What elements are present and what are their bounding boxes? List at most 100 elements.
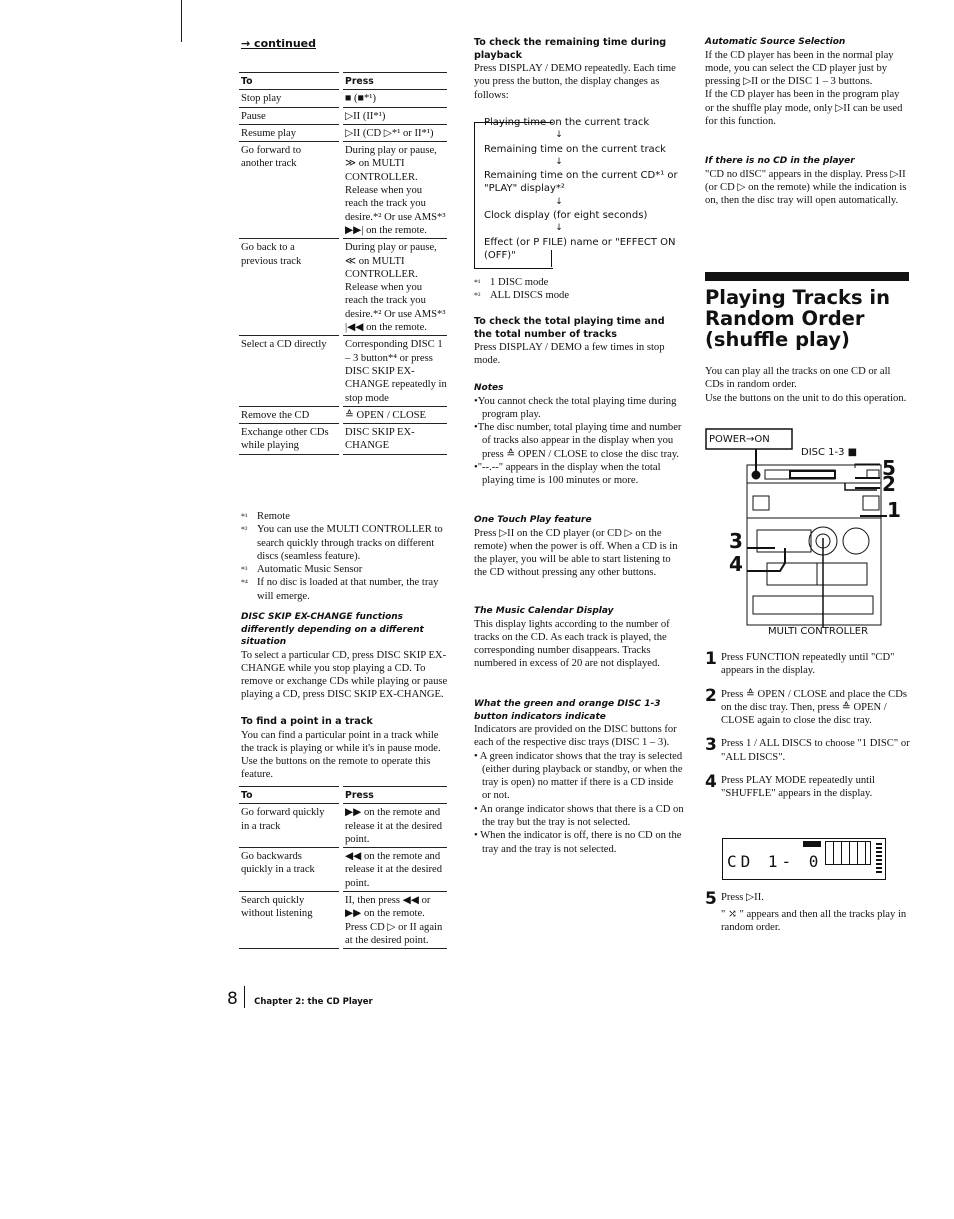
unit-diagram: POWER→ON DISC 1-3 ■ MULTI CONTROLLER 1 2… xyxy=(705,428,905,643)
discskip-section: DISC SKIP EX-CHANGE functions differentl… xyxy=(241,611,449,702)
findpoint-section: To find a point in a track You can find … xyxy=(241,716,449,782)
findpoint-text: You can find a particular point in a tra… xyxy=(241,729,441,781)
cell-action: Remove the CD xyxy=(239,407,339,425)
note-item: •"--.--" appears in the display when the… xyxy=(474,461,661,487)
continued-label: → continued xyxy=(241,37,316,50)
table-row: Go forward to another track During play o… xyxy=(239,142,447,240)
flow-step: Clock display (for eight seconds) xyxy=(484,210,648,222)
discskip-heading: DISC SKIP EX-CHANGE functions differentl… xyxy=(241,612,424,647)
cell-press: ▶▶ on the remote and release it at the d… xyxy=(343,804,447,849)
step-number: 2 xyxy=(705,685,717,706)
multi-controller-label: MULTI CONTROLLER xyxy=(768,626,869,637)
table-row: Resume play ▷II (CD ▷*¹ or II*¹) xyxy=(239,125,447,143)
indicator-section: What the green and orange DISC 1-3 butto… xyxy=(474,698,684,856)
onetouch-text: Press ▷II on the CD player (or CD ▷ on t… xyxy=(474,527,678,579)
findpoint-heading: To find a point in a track xyxy=(241,716,373,727)
note-item: •You cannot check the total playing time… xyxy=(474,395,677,420)
cell-press: During play or pause, ≪ on MULTI CONTROL… xyxy=(343,239,447,337)
step-text: " ⤮ " appears and then all the tracks pl… xyxy=(721,909,907,934)
callout-1: 1 xyxy=(887,498,901,522)
music-calendar xyxy=(825,841,871,865)
calendar-text: This display lights according to the num… xyxy=(474,618,670,670)
notes-heading: Notes xyxy=(474,383,504,393)
table-row: Go back to a previous track During play o… xyxy=(239,239,447,337)
flow-step: Effect (or P FILE) name or "EFFECT ON (O… xyxy=(484,236,676,261)
indicator-text: Indicators are provided on the DISC butt… xyxy=(474,724,677,749)
footnote-mark: *¹ xyxy=(474,278,481,287)
page-number: 8 xyxy=(227,989,238,1009)
table-row: Go backwards quickly in a track ◀◀ on the… xyxy=(239,848,447,893)
steps-list: 1 Press FUNCTION repeatedly until "CD" ap… xyxy=(705,651,910,811)
table-row: Select a CD directly Corresponding DISC 1… xyxy=(239,336,447,407)
down-arrow-icon: ↓ xyxy=(555,196,563,207)
callout-4: 4 xyxy=(729,552,743,576)
table-footnotes: *¹ Remote *² You can use the MULTI CONTROL… xyxy=(241,510,449,603)
cell-action: Go forward to another track xyxy=(239,142,339,240)
onetouch-section: One Touch Play feature Press ▷II on the … xyxy=(474,514,684,580)
step-5: 5 Press ▷II. " ⤮ " appears and then all t… xyxy=(705,891,910,935)
footnote-mark: *¹ xyxy=(241,512,248,521)
disc-buttons-label: DISC 1-3 ■ xyxy=(801,447,858,458)
power-on-label: POWER→ON xyxy=(709,434,770,445)
step-text: Press PLAY MODE repeatedly until "SHUFFL… xyxy=(721,775,875,800)
step-item: 1 Press FUNCTION repeatedly until "CD" ap… xyxy=(705,651,910,678)
step-item: 4 Press PLAY MODE repeatedly until "SHUFF… xyxy=(705,774,910,801)
indicator-item: • A green indicator shows that the tray … xyxy=(474,750,683,802)
table-header: To Press xyxy=(239,72,447,91)
footnote-mark: *² xyxy=(241,525,248,535)
footnote-text: 1 DISC mode xyxy=(490,277,549,288)
down-arrow-icon: ↓ xyxy=(555,156,563,167)
step-text: Press ≙ OPEN / CLOSE and place the CDs o… xyxy=(721,688,908,727)
indicator-item: • When the indicator is off, there is no… xyxy=(474,830,682,855)
intro-text: You can play all the tracks on one CD or… xyxy=(705,366,891,391)
cell-action: Go back to a previous track xyxy=(239,239,339,337)
cell-action: Go backwards quickly in a track xyxy=(239,848,339,893)
cell-action: Select a CD directly xyxy=(239,336,339,407)
calendar-heading: The Music Calendar Display xyxy=(474,606,614,616)
auto-source-section: Automatic Source Selection If the CD pla… xyxy=(705,36,910,128)
auto-text: If the CD player has been in the program… xyxy=(705,89,903,127)
margin-mark xyxy=(181,0,182,42)
table-row: Go forward quickly in a track ▶▶ on the r… xyxy=(239,804,447,849)
lcd-display: CD 1- 0 xyxy=(722,838,886,880)
header-press: Press xyxy=(343,786,447,805)
cell-press: DISC SKIP EX-CHANGE xyxy=(343,424,447,455)
flow-step: Playing time on the current track xyxy=(484,117,650,128)
nocd-heading: If there is no CD in the player xyxy=(705,156,855,166)
cell-press: Corresponding DISC 1 – 3 button*⁴ or pre… xyxy=(343,336,447,407)
cell-action: Resume play xyxy=(239,125,339,143)
flow-step: Remaining time on the current CD*¹ or "P… xyxy=(484,170,678,195)
indicator-heading: What the green and orange DISC 1-3 butto… xyxy=(474,699,661,722)
total-section: To check the total playing time and the … xyxy=(474,316,684,368)
nocd-section: If there is no CD in the player "CD no d… xyxy=(705,155,910,207)
intro: You can play all the tracks on one CD or… xyxy=(705,365,910,405)
intro-text: Use the buttons on the unit to do this o… xyxy=(705,392,907,404)
footnote-text: Remote xyxy=(257,511,290,522)
table-row: Search quickly without listening II, then… xyxy=(239,892,447,950)
flow-footnotes: *¹ 1 DISC mode *² ALL DISCS mode xyxy=(474,276,684,303)
footnote-text: You can use the MULTI CONTROLLER to sear… xyxy=(257,524,443,562)
footnote-mark: *⁴ xyxy=(241,578,248,588)
step-text: Press FUNCTION repeatedly until "CD" app… xyxy=(721,652,895,677)
remaining-section: To check the remaining time during playb… xyxy=(474,37,684,102)
nocd-text: "CD no dISC" appears in the display. Pre… xyxy=(705,168,907,207)
cell-action: Search quickly without listening xyxy=(239,892,339,950)
note-item: •The disc number, total playing time and… xyxy=(474,422,682,460)
header-to: To xyxy=(239,72,339,91)
calendar-section: The Music Calendar Display This display … xyxy=(474,605,684,671)
remaining-heading: To check the remaining time during playb… xyxy=(474,37,667,61)
flow-step: Remaining time on the current track xyxy=(484,143,666,155)
header-press: Press xyxy=(343,72,447,91)
step-number: 1 xyxy=(705,649,717,669)
lcd-text: CD 1- 0 xyxy=(727,852,823,871)
callout-3: 3 xyxy=(729,529,743,553)
down-arrow-icon: ↓ xyxy=(555,223,563,234)
section-title: Playing Tracks in Random Order (shuffle … xyxy=(705,286,890,351)
step-item: 3 Press 1 / ALL DISCS to choose "1 DISC" … xyxy=(705,737,910,764)
remaining-text: Press DISPLAY / DEMO repeatedly. Each ti… xyxy=(474,63,676,101)
step-item: 2 Press ≙ OPEN / CLOSE and place the CDs … xyxy=(705,685,910,728)
discskip-text: To select a particular CD, press DISC SK… xyxy=(241,649,448,701)
footnote-mark: *³ xyxy=(241,565,248,575)
total-text: Press DISPLAY / DEMO a few times in stop… xyxy=(474,342,665,367)
cell-press: ■ (■*¹) xyxy=(343,90,447,108)
